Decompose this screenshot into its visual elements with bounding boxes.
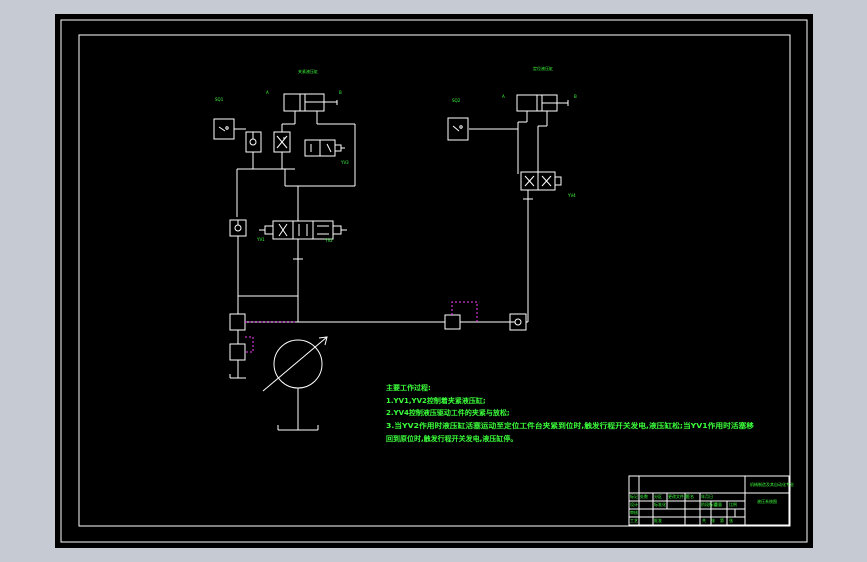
left-relief-valve xyxy=(229,313,246,331)
tb-r1-c3: 分区 xyxy=(654,493,662,499)
pilot-lines xyxy=(245,301,478,353)
left-valve-b-label: YV2 xyxy=(324,238,333,243)
middle-throttle-valve xyxy=(444,314,461,330)
right-switch-label: SQ2 xyxy=(452,98,461,103)
inner-frame xyxy=(78,34,791,527)
left-pressure-switch xyxy=(229,343,246,361)
right-check-valve xyxy=(509,313,527,331)
tb-r1-c6: 年月日 xyxy=(701,493,713,499)
right-limit-switch xyxy=(447,117,469,141)
right-solenoid-valve xyxy=(520,171,562,191)
tb-r4-c5: 共 xyxy=(702,517,706,523)
notes-line-1: 1.YV1,YV2控制着夹紧液压缸; xyxy=(386,396,486,405)
left-solenoid-label: YV3 xyxy=(340,160,349,165)
right-cylinder-port-b: B xyxy=(574,94,577,99)
left-supply-check-valve xyxy=(229,219,247,237)
notes-line-2: 2.YV4控制液压驱动工件的夹紧与放松; xyxy=(386,408,510,417)
title-block-drawing-name: 液压系统图 xyxy=(757,498,777,504)
left-cylinder-port-a: A xyxy=(266,90,269,95)
left-switch-label: SQ1 xyxy=(215,97,224,102)
notes-line-3: 3.当YV2作用时液压缸活塞运动至定位工件台夹紧到位时,触发行程开关发电,液压缸… xyxy=(386,421,754,430)
tb-r4-c3: 批准 xyxy=(654,517,662,523)
hydraulic-schematic: 夹紧液压缸 定位液压缸 SQ1 A B YV3 YV1 YV2 SQ2 A B … xyxy=(60,19,808,543)
left-limit-switch xyxy=(213,118,235,140)
left-cylinder-title: 夹紧液压缸 xyxy=(298,68,318,74)
tb-r1-c5: 签名 xyxy=(686,493,694,499)
tb-r2-c3: 标准化 xyxy=(654,501,666,507)
tb-r2-c6: 重量 xyxy=(714,501,722,507)
drawing-viewport[interactable]: 夹紧液压缸 定位液压缸 SQ1 A B YV3 YV1 YV2 SQ2 A B … xyxy=(55,14,813,548)
tb-r4-c1: 工艺 xyxy=(630,518,638,523)
right-cylinder-port-a: A xyxy=(502,94,505,99)
outer-frame xyxy=(60,19,808,543)
title-block-school: 机械制造及其自动化专业 xyxy=(750,481,794,487)
tb-r4-c6: 张 xyxy=(711,517,715,523)
left-cylinder xyxy=(283,93,338,112)
left-throttle-valve xyxy=(273,131,291,153)
tb-r4-c7: 第 xyxy=(720,517,724,523)
left-directional-valve xyxy=(259,220,347,240)
left-cylinder-port-b: B xyxy=(339,90,342,95)
tb-r1-c1: 标记 xyxy=(630,493,638,499)
right-cylinder-title: 定位液压缸 xyxy=(533,65,553,71)
hydraulic-pump xyxy=(262,336,328,392)
tb-r1-c2: 处数 xyxy=(640,493,648,499)
right-solenoid-label: YV4 xyxy=(567,193,576,198)
tb-r2-c7: 比例 xyxy=(729,501,737,507)
tb-r3-c1: 审核 xyxy=(630,509,638,515)
right-cylinder xyxy=(516,94,569,112)
tb-r4-c8: 张 xyxy=(729,517,733,523)
left-valve-a-label: YV1 xyxy=(256,237,265,242)
notes-title: 主要工作过程: xyxy=(386,383,431,392)
notes-line-4: 回到原位时,触发行程开关发电,液压缸停。 xyxy=(386,434,517,443)
tb-r1-c4: 更改文件号 xyxy=(668,493,688,499)
left-check-valve xyxy=(245,131,262,153)
cad-application: 夹紧液压缸 定位液压缸 SQ1 A B YV3 YV1 YV2 SQ2 A B … xyxy=(0,0,867,562)
left-solenoid-valve xyxy=(304,139,345,157)
tb-r2-c1: 设计 xyxy=(630,501,638,507)
